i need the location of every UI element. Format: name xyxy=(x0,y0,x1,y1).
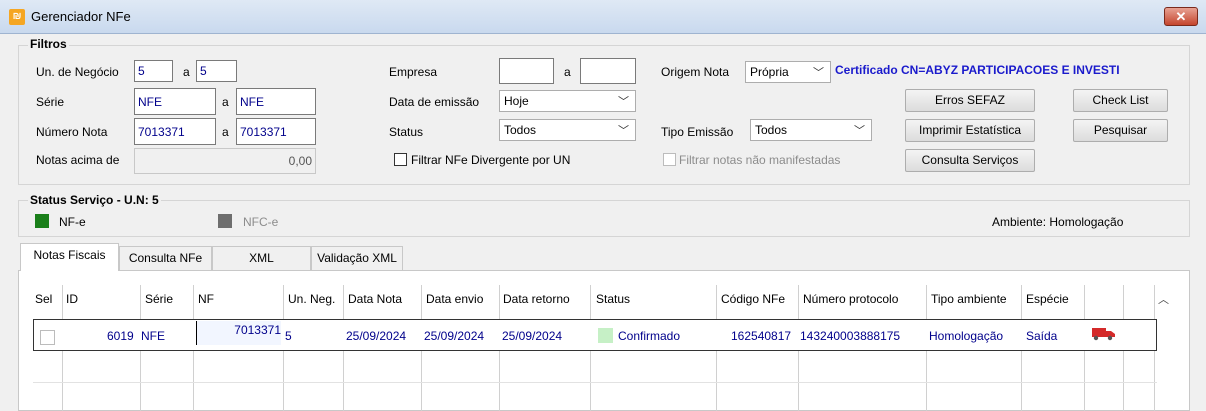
serie-label: Série xyxy=(36,95,65,109)
nfce-status-label: NFC-e xyxy=(243,215,279,229)
grid-row-divider xyxy=(33,382,1157,383)
serie-to-input[interactable]: NFE xyxy=(236,88,316,115)
notas-acima-input[interactable]: 0,00 xyxy=(134,148,316,174)
row-nf[interactable]: 7013371 xyxy=(196,321,281,345)
grid-header-tipo-ambiente[interactable]: Tipo ambiente xyxy=(931,292,1007,306)
chevron-down-icon: ﹀ xyxy=(618,125,629,137)
empresa-label: Empresa xyxy=(389,65,438,79)
certificado-text: Certificado CN=ABYZ PARTICIPACOES E INVE… xyxy=(835,63,1120,77)
grid-header-protocolo[interactable]: Número protocolo xyxy=(803,292,898,306)
chevron-down-icon: ﹀ xyxy=(618,96,629,108)
status-color-swatch xyxy=(598,328,613,343)
origem-nota-label: Origem Nota xyxy=(661,65,730,79)
row-status: Confirmado xyxy=(618,329,681,343)
nfe-status-label: NF-e xyxy=(59,215,86,229)
filtrar-divergente-label: Filtrar NFe Divergente por UN xyxy=(411,153,571,167)
row-data-retorno: 25/09/2024 xyxy=(502,329,563,343)
status-label: Status xyxy=(389,125,424,139)
data-emissao-select[interactable]: Hoje ﹀ xyxy=(499,90,636,112)
chevron-down-icon: ﹀ xyxy=(854,125,865,137)
un-negocio-sep: a xyxy=(183,65,190,79)
grid-header-data-envio[interactable]: Data envio xyxy=(426,292,483,306)
tab-xml[interactable]: XML xyxy=(212,246,311,270)
truck-icon xyxy=(1092,327,1116,341)
erros-sefaz-button[interactable]: Erros SEFAZ xyxy=(905,89,1035,112)
empresa-to-input[interactable] xyxy=(580,58,636,84)
filtrar-nao-manifestadas-label: Filtrar notas não manifestadas xyxy=(679,153,841,167)
notas-acima-label: Notas acima de xyxy=(36,153,120,167)
status-select[interactable]: Todos ﹀ xyxy=(499,119,636,141)
row-id: 6019 xyxy=(107,329,134,343)
tipo-emissao-value: Todos xyxy=(755,123,788,137)
nfe-status-indicator xyxy=(35,214,49,228)
title-bar: ₪ Gerenciador NFe ✕ xyxy=(0,0,1206,34)
filtros-legend: Filtros xyxy=(28,37,69,51)
filtrar-nao-manifestadas-checkbox[interactable] xyxy=(663,153,676,166)
un-negocio-to-input[interactable]: 5 xyxy=(196,60,237,82)
row-protocolo: 143240003888175 xyxy=(800,329,901,343)
empresa-sep: a xyxy=(564,65,571,79)
data-emissao-value: Hoje xyxy=(504,94,529,108)
chevron-down-icon: ﹀ xyxy=(813,67,824,79)
numero-nota-sep: a xyxy=(222,125,229,139)
grid-header-especie[interactable]: Espécie xyxy=(1026,292,1069,306)
row-tipo-ambiente: Homologação xyxy=(929,329,1004,343)
serie-from-input[interactable]: NFE xyxy=(134,88,216,115)
grid-header-id[interactable]: ID xyxy=(66,292,78,306)
grid-header-data-retorno[interactable]: Data retorno xyxy=(503,292,570,306)
grid-header-nf[interactable]: NF xyxy=(198,292,214,306)
tab-consulta-nfe[interactable]: Consulta NFe xyxy=(119,246,212,270)
row-codigo-nfe: 162540817 xyxy=(731,329,792,343)
pesquisar-button[interactable]: Pesquisar xyxy=(1073,119,1168,142)
origem-nota-select[interactable]: Própria ﹀ xyxy=(745,61,831,83)
origem-nota-value: Própria xyxy=(750,65,789,79)
app-icon: ₪ xyxy=(9,9,25,25)
un-negocio-from-input[interactable]: 5 xyxy=(134,60,173,82)
row-data-envio: 25/09/2024 xyxy=(424,329,485,343)
row-select-checkbox[interactable] xyxy=(40,330,55,345)
row-data-nota: 25/09/2024 xyxy=(346,329,407,343)
row-serie: NFE xyxy=(141,329,165,343)
imprimir-estatistica-button[interactable]: Imprimir Estatística xyxy=(905,119,1035,142)
filtrar-divergente-checkbox[interactable] xyxy=(394,153,407,166)
grid-header-un-neg[interactable]: Un. Neg. xyxy=(288,292,335,306)
tipo-emissao-select[interactable]: Todos ﹀ xyxy=(750,119,872,141)
un-negocio-label: Un. de Negócio xyxy=(36,65,119,79)
ambiente-label: Ambiente: Homologação xyxy=(992,215,1124,229)
row-un-neg: 5 xyxy=(285,329,292,343)
numero-nota-from-input[interactable]: 7013371 xyxy=(134,118,216,145)
numero-nota-label: Número Nota xyxy=(36,125,108,139)
check-list-button[interactable]: Check List xyxy=(1073,89,1168,112)
consulta-servicos-button[interactable]: Consulta Serviços xyxy=(905,149,1035,172)
nfce-status-indicator xyxy=(218,214,232,228)
scroll-up-icon[interactable]: ︿ xyxy=(1158,291,1169,307)
empresa-from-input[interactable] xyxy=(499,58,554,84)
tipo-emissao-label: Tipo Emissão xyxy=(661,125,734,139)
tab-notas-fiscais[interactable]: Notas Fiscais xyxy=(20,243,119,271)
data-emissao-label: Data de emissão xyxy=(389,95,480,109)
grid-header-status[interactable]: Status xyxy=(596,292,630,306)
grid-header-data-nota[interactable]: Data Nota xyxy=(348,292,402,306)
status-servico-legend: Status Serviço - U.N: 5 xyxy=(28,193,161,207)
grid-header-serie[interactable]: Série xyxy=(145,292,173,306)
row-especie: Saída xyxy=(1026,329,1058,343)
serie-sep: a xyxy=(222,95,229,109)
numero-nota-to-input[interactable]: 7013371 xyxy=(236,118,316,145)
tab-validacao-xml[interactable]: Validação XML xyxy=(311,246,403,270)
grid-header-sel[interactable]: Sel xyxy=(35,292,52,306)
grid-header-codigo-nfe[interactable]: Código NFe xyxy=(721,292,785,306)
close-button[interactable]: ✕ xyxy=(1164,7,1198,26)
status-value: Todos xyxy=(504,123,537,137)
window-title: Gerenciador NFe xyxy=(31,9,131,24)
